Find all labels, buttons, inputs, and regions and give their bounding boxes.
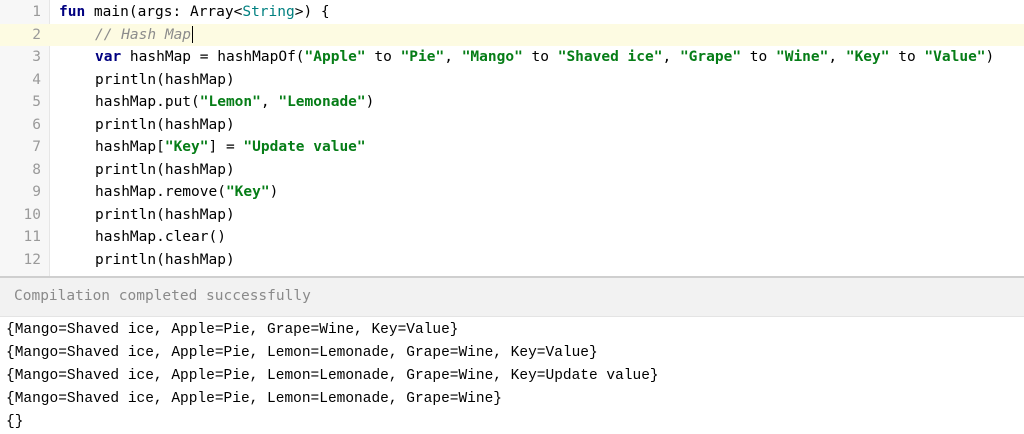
line-number: 7 [32, 139, 41, 155]
code-text[interactable]: hashMap.put("Lemon", "Lemonade") [95, 91, 374, 114]
code-text[interactable]: println(hashMap) [95, 69, 235, 92]
line-number: 6 [32, 116, 41, 133]
code-text[interactable]: hashMap["Key"] = "Update value" [95, 136, 366, 159]
output-line: {Mango=Shaved ice, Apple=Pie, Lemon=Lemo… [6, 368, 659, 384]
code-line-7[interactable]: 7 hashMap["Key"] = "Update value" [0, 136, 1024, 159]
line-number: 10 [23, 206, 41, 223]
code-text[interactable]: println(hashMap) [95, 159, 235, 182]
code-text[interactable]: println(hashMap) [95, 204, 235, 227]
code-line-3[interactable]: 3 var hashMap = hashMapOf("Apple" to "Pi… [0, 46, 1024, 69]
output-line: {} [6, 414, 24, 430]
code-line-11[interactable]: 11 hashMap.clear() [0, 226, 1024, 249]
code-line-2[interactable]: 2 // Hash Map [0, 23, 1024, 47]
code-line-5[interactable]: 5 hashMap.put("Lemon", "Lemonade") [0, 91, 1024, 114]
code-text[interactable]: hashMap.clear() [95, 226, 226, 249]
compile-status-bar: Compilation completed successfully [0, 278, 1024, 317]
code-editor[interactable]: 1 fun main(args: Array<String>) { 2 // H… [0, 0, 1024, 276]
output-line: {Mango=Shaved ice, Apple=Pie, Lemon=Lemo… [6, 345, 598, 361]
code-line-9[interactable]: 9 hashMap.remove("Key") [0, 181, 1024, 204]
code-text[interactable]: // Hash Map [95, 24, 194, 47]
code-text[interactable]: println(hashMap) [95, 114, 235, 137]
line-number: 11 [23, 229, 41, 245]
line-number: 8 [32, 161, 41, 178]
code-text[interactable]: hashMap.remove("Key") [95, 181, 278, 204]
line-number: 3 [32, 49, 41, 65]
code-line-8[interactable]: 8 println(hashMap) [0, 159, 1024, 182]
code-line-12[interactable]: 12 println(hashMap) [0, 249, 1024, 272]
output-line: {Mango=Shaved ice, Apple=Pie, Lemon=Lemo… [6, 391, 502, 407]
output-console: Compilation completed successfully {Mang… [0, 278, 1024, 434]
code-text[interactable]: var hashMap = hashMapOf("Apple" to "Pie"… [95, 46, 994, 69]
compile-status-text: Compilation completed successfully [14, 288, 311, 304]
code-text[interactable]: fun main(args: Array<String>) { [59, 1, 330, 24]
text-cursor [192, 26, 194, 43]
line-number: 5 [32, 94, 41, 110]
code-line-6[interactable]: 6 println(hashMap) [0, 114, 1024, 137]
code-text[interactable]: println(hashMap) [95, 249, 235, 272]
line-number: 2 [32, 26, 41, 43]
line-number: 1 [32, 4, 41, 20]
line-number: 4 [32, 71, 41, 88]
code-line-1[interactable]: 1 fun main(args: Array<String>) { [0, 1, 1024, 24]
line-number: 12 [23, 251, 41, 268]
output-line: {Mango=Shaved ice, Apple=Pie, Grape=Wine… [6, 322, 459, 338]
line-number: 9 [32, 184, 41, 200]
code-line-10[interactable]: 10 println(hashMap) [0, 204, 1024, 227]
code-line-4[interactable]: 4 println(hashMap) [0, 69, 1024, 92]
